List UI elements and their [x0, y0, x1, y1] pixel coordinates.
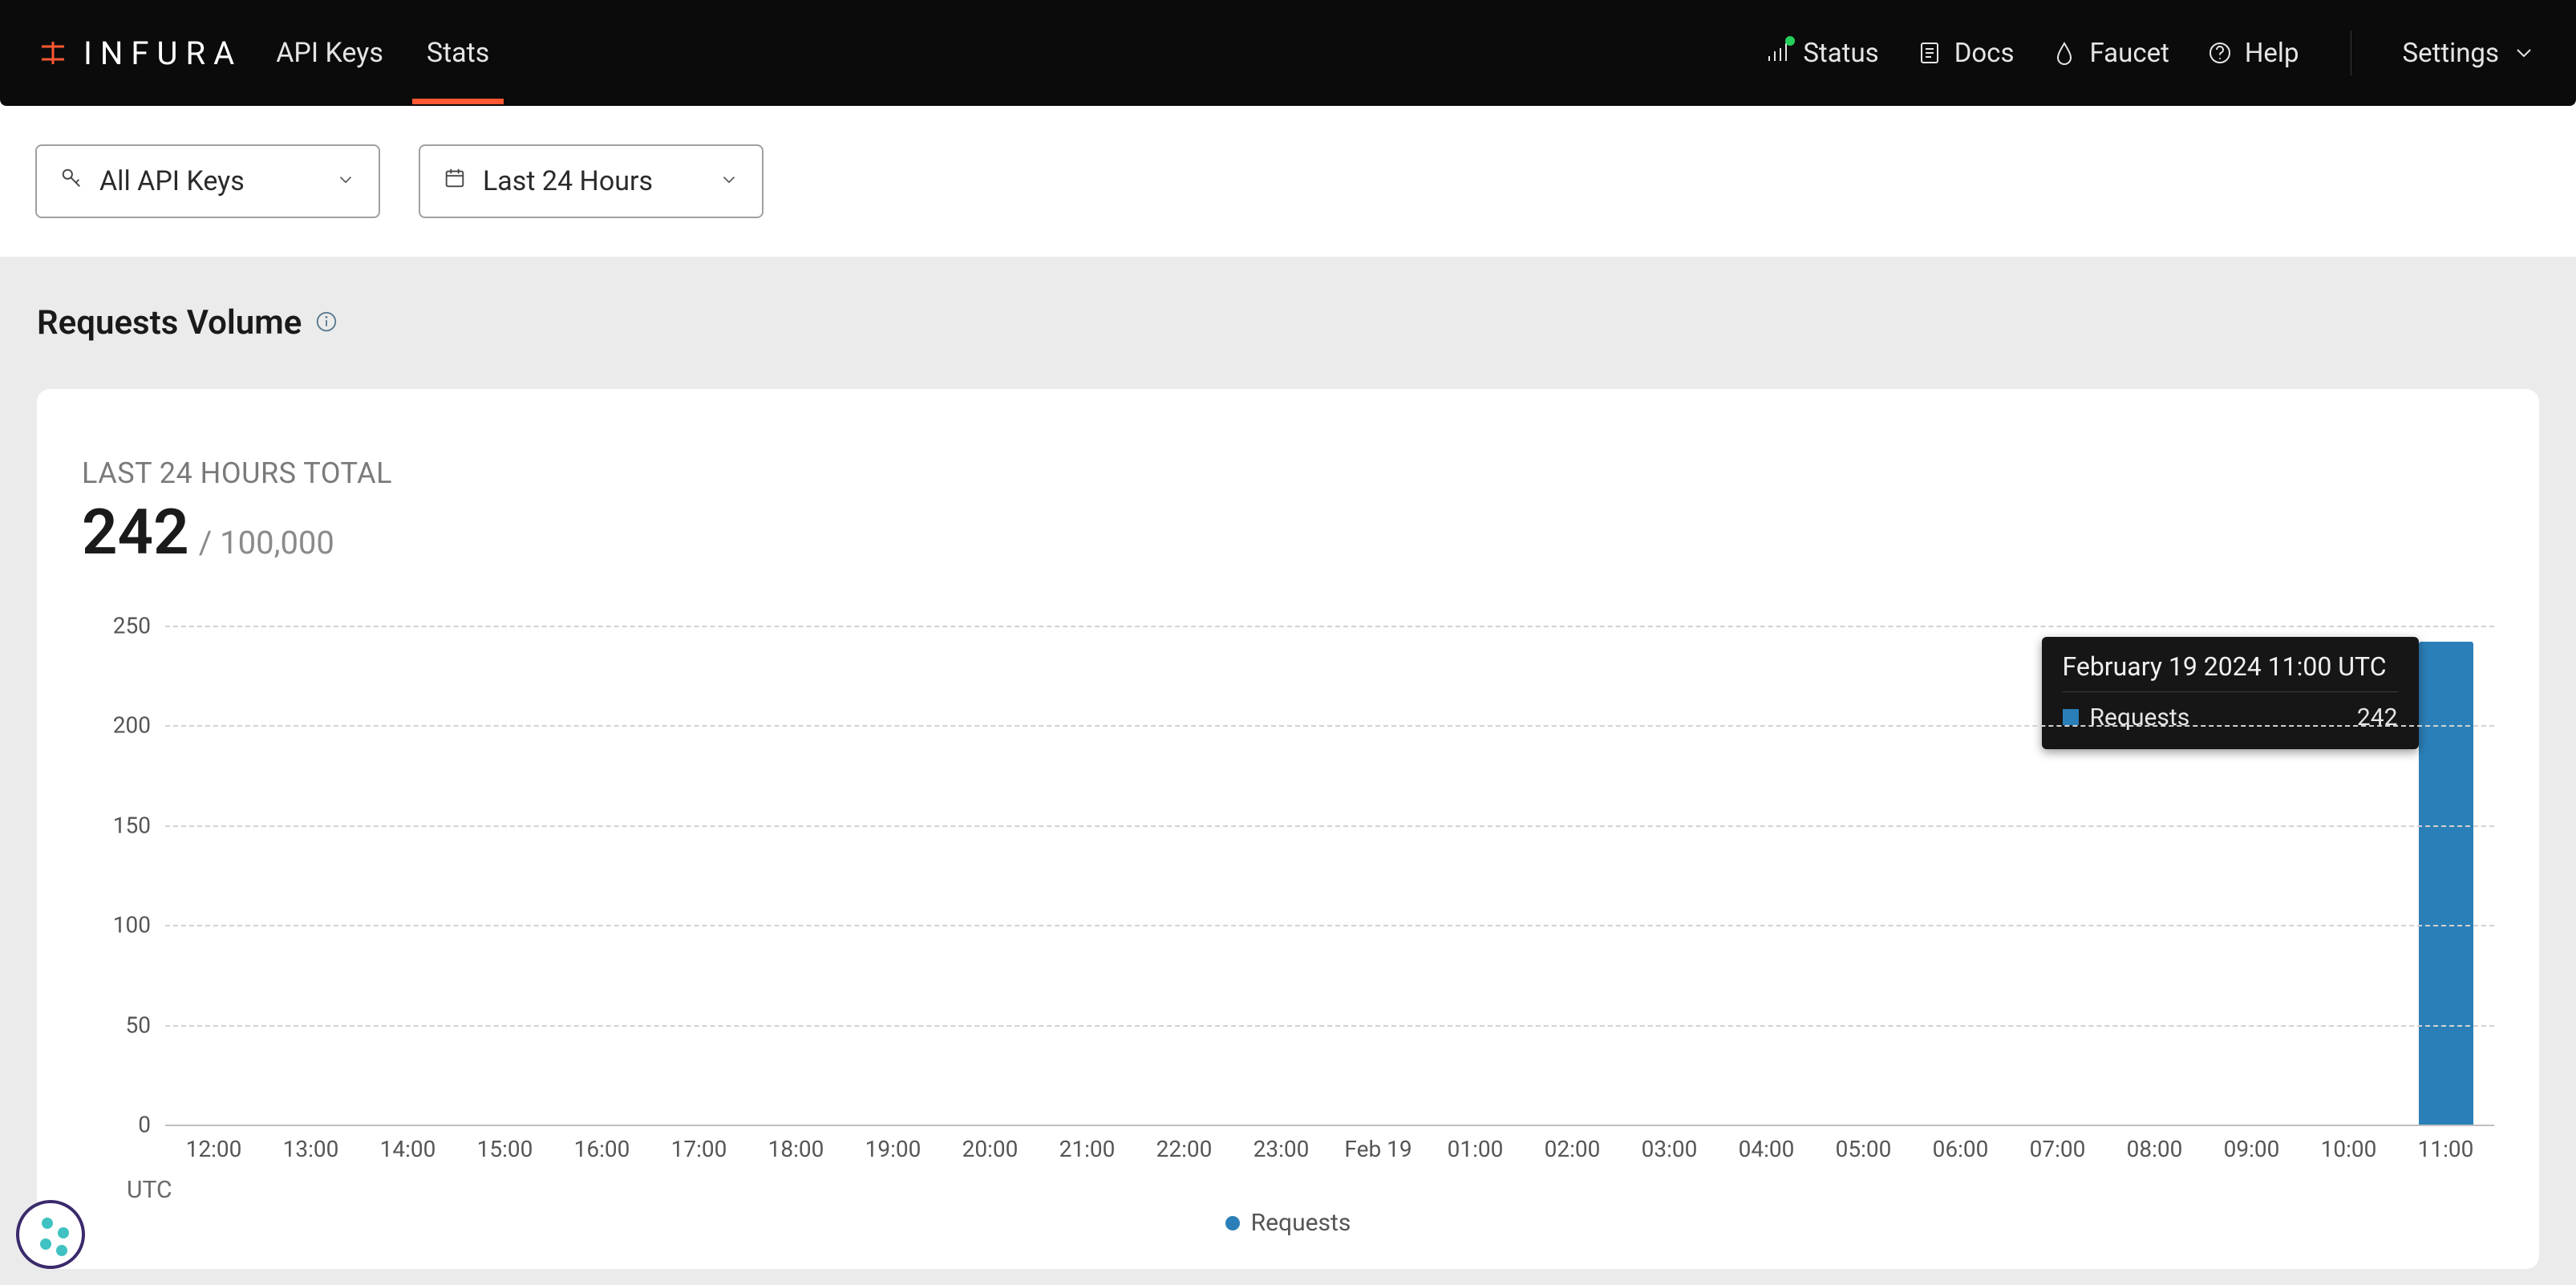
droplet-icon: [2051, 39, 2078, 67]
nav-faucet[interactable]: Faucet: [2051, 38, 2169, 69]
nav-status-label: Status: [1803, 38, 1878, 69]
x-tick: 10:00: [2321, 1136, 2377, 1162]
x-tick: 09:00: [2224, 1136, 2280, 1162]
tooltip-metric-value: 242: [2357, 703, 2398, 732]
chart-gridline: [165, 725, 2494, 727]
chart-gridline: [165, 1125, 2494, 1126]
x-tick: 03:00: [1642, 1136, 1698, 1162]
time-range-dropdown[interactable]: Last 24 Hours: [419, 144, 763, 218]
nav-status[interactable]: Status: [1764, 38, 1878, 69]
x-tick: 18:00: [768, 1136, 824, 1162]
calendar-icon: [443, 165, 467, 197]
key-icon: [59, 165, 83, 197]
infura-logo-icon: [38, 39, 67, 67]
status-bars-icon: [1764, 39, 1792, 67]
nav-tabs: API Keys Stats: [271, 2, 494, 104]
x-tick: 19:00: [865, 1136, 921, 1162]
chart-y-axis: 050100150200250: [82, 626, 165, 1237]
tab-api-keys[interactable]: API Keys: [271, 2, 388, 104]
nav-docs-label: Docs: [1954, 38, 2015, 69]
x-tick: 08:00: [2127, 1136, 2183, 1162]
y-tick: 150: [82, 812, 151, 838]
chart-gridline: [165, 626, 2494, 627]
x-tick: 11:00: [2418, 1136, 2474, 1162]
tab-stats[interactable]: Stats: [422, 2, 494, 104]
chart: 050100150200250 February 19 2024 11:00 U…: [82, 626, 2494, 1237]
x-tick: 15:00: [477, 1136, 533, 1162]
summary-limit: / 100,000: [199, 524, 334, 561]
chevron-down-icon: [335, 165, 356, 197]
chart-x-axis: 12:00 13:00 14:00 15:00 16:00 17:00 18:00 19:00…: [165, 1136, 2494, 1204]
x-tick: 06:00: [1933, 1136, 1989, 1162]
brand-name: INFURA: [83, 34, 242, 72]
summary-subtitle: LAST 24 HOURS TOTAL: [82, 456, 2494, 490]
x-tick: 16:00: [574, 1136, 630, 1162]
chart-plot-area[interactable]: February 19 2024 11:00 UTC Requests 242: [165, 626, 2494, 1125]
chevron-down-icon: [2510, 39, 2538, 67]
chart-gridline: [165, 925, 2494, 926]
logo[interactable]: INFURA: [38, 34, 242, 72]
x-tick: 20:00: [962, 1136, 1019, 1162]
nav-faucet-label: Faucet: [2089, 38, 2169, 69]
document-icon: [1916, 39, 1943, 67]
x-tick: Feb 19: [1344, 1136, 1412, 1162]
status-indicator-dot: [1785, 36, 1795, 46]
legend-label: Requests: [1251, 1209, 1351, 1237]
x-tick: 12:00: [186, 1136, 242, 1162]
chevron-down-icon: [719, 165, 739, 197]
help-circle-icon: [2206, 39, 2234, 67]
tooltip-color-swatch: [2063, 709, 2079, 725]
tooltip-title: February 19 2024 11:00 UTC: [2063, 651, 2398, 682]
chart-legend: Requests: [82, 1209, 2494, 1237]
y-tick: 100: [82, 912, 151, 938]
nav-settings-label: Settings: [2403, 38, 2500, 69]
cookie-icon: [19, 1203, 82, 1266]
y-tick: 200: [82, 712, 151, 739]
nav-help[interactable]: Help: [2206, 38, 2299, 69]
nav-right: Status Docs Faucet Help Settings: [1764, 30, 2538, 75]
content-area: Requests Volume LAST 24 HOURS TOTAL 242 …: [0, 257, 2576, 1285]
x-tick: 13:00: [283, 1136, 339, 1162]
chart-tooltip: February 19 2024 11:00 UTC Requests 242: [2042, 637, 2419, 749]
x-tick: 01:00: [1448, 1136, 1504, 1162]
y-tick: 0: [82, 1112, 151, 1138]
summary-row: 242 / 100,000: [82, 497, 2494, 570]
x-axis-label: UTC: [127, 1176, 2494, 1204]
time-range-label: Last 24 Hours: [483, 165, 653, 197]
filter-bar: All API Keys Last 24 Hours: [0, 106, 2576, 257]
api-key-filter-dropdown[interactable]: All API Keys: [35, 144, 380, 218]
x-tick: 21:00: [1059, 1136, 1116, 1162]
y-tick: 250: [82, 613, 151, 639]
info-icon[interactable]: [314, 310, 338, 337]
legend-marker: [1225, 1216, 1240, 1230]
chart-gridline: [165, 825, 2494, 827]
x-tick: 22:00: [1156, 1136, 1213, 1162]
nav-docs[interactable]: Docs: [1916, 38, 2015, 69]
x-tick: 04:00: [1739, 1136, 1795, 1162]
x-tick: 02:00: [1545, 1136, 1601, 1162]
chart-gridline: [165, 1025, 2494, 1027]
summary-value: 242: [82, 497, 189, 570]
x-tick: 23:00: [1254, 1136, 1310, 1162]
x-tick: 17:00: [671, 1136, 727, 1162]
x-tick: 07:00: [2030, 1136, 2086, 1162]
api-key-filter-label: All API Keys: [99, 165, 245, 197]
requests-volume-card: LAST 24 HOURS TOTAL 242 / 100,000 0 50 100…: [37, 389, 2539, 1269]
y-tick: 50: [82, 1011, 151, 1038]
top-nav: INFURA API Keys Stats Status Docs Faucet: [0, 0, 2576, 106]
x-tick: 05:00: [1836, 1136, 1892, 1162]
nav-help-label: Help: [2245, 38, 2299, 69]
x-tick: 14:00: [380, 1136, 436, 1162]
section-header: Requests Volume: [37, 303, 2539, 343]
tooltip-metric-label: Requests: [2090, 703, 2190, 732]
chart-bar[interactable]: [2419, 642, 2473, 1125]
section-title: Requests Volume: [37, 303, 302, 343]
nav-settings[interactable]: Settings: [2403, 38, 2538, 69]
cookie-settings-button[interactable]: [16, 1200, 85, 1269]
